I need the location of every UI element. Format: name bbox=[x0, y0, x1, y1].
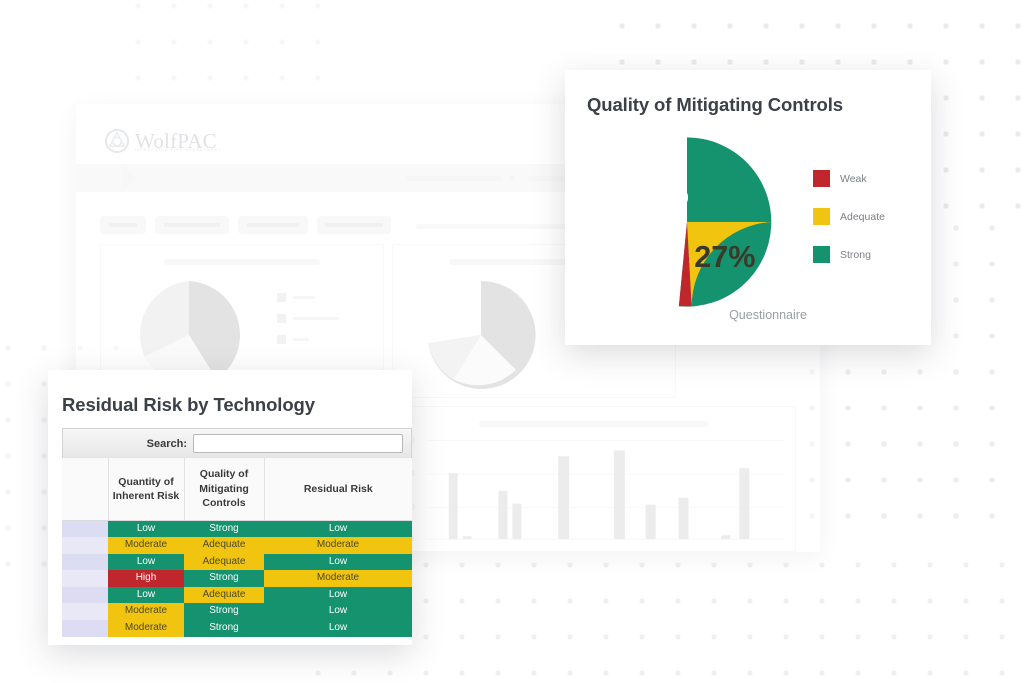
inherent-risk-cell: Moderate bbox=[108, 620, 184, 637]
inherent-risk-cell: High bbox=[108, 570, 184, 587]
inherent-risk-cell: Low bbox=[108, 553, 184, 571]
legend-swatch-icon bbox=[813, 208, 830, 225]
quality-controls-cell: Strong bbox=[184, 603, 264, 621]
quality-controls-cell: Adequate bbox=[184, 553, 264, 571]
quality-controls-cell: Adequate bbox=[184, 586, 264, 604]
search-input[interactable] bbox=[193, 434, 403, 453]
header-line: Quality of bbox=[199, 468, 249, 481]
legend-label-placeholder bbox=[293, 338, 309, 341]
residual-risk-cell: Low bbox=[264, 586, 412, 604]
nav-pill[interactable] bbox=[100, 216, 146, 234]
quality-controls-cell: Strong bbox=[184, 570, 264, 587]
column-header-inherent-risk[interactable]: Quantity of Inherent Risk bbox=[107, 458, 184, 521]
legend-item bbox=[277, 335, 339, 344]
legend-label: Adequate bbox=[840, 210, 885, 223]
residual-risk-cell: Low bbox=[264, 520, 412, 538]
header-line: Controls bbox=[202, 496, 246, 509]
legend-swatch-icon bbox=[277, 335, 286, 344]
bar-series bbox=[448, 450, 750, 540]
wolfpac-logo: WolfPAC INTEGRATED RISK MANAGEMENT bbox=[104, 124, 232, 158]
quality-controls-cell: Strong bbox=[184, 620, 264, 637]
column-header-stub[interactable] bbox=[62, 458, 108, 521]
search-label: Search: bbox=[146, 437, 187, 450]
legend-item-weak[interactable]: Weak bbox=[813, 170, 885, 187]
row-stub-cell bbox=[62, 586, 108, 604]
dot-grid-decoration bbox=[120, 0, 320, 108]
table-row[interactable]: High Strong Moderate bbox=[62, 570, 412, 587]
legend-label: Weak bbox=[840, 172, 867, 185]
dashboard-bar-card[interactable]: 100 75 50 25 bbox=[392, 406, 796, 552]
inherent-risk-cell: Low bbox=[108, 520, 184, 538]
chevron-down-icon[interactable] bbox=[510, 176, 514, 180]
residual-risk-cell: Moderate bbox=[264, 537, 412, 554]
pie-axis-label: Questionnaire bbox=[729, 308, 807, 322]
legend-swatch-icon bbox=[813, 170, 830, 187]
nav-pill[interactable] bbox=[155, 216, 229, 234]
legend-item bbox=[277, 293, 339, 302]
card-title-placeholder bbox=[164, 259, 320, 265]
wolfpac-logo-icon bbox=[104, 128, 130, 154]
residual-risk-cell: Moderate bbox=[264, 570, 412, 587]
legend-swatch-icon bbox=[813, 246, 830, 263]
residual-risk-table: Quantity of Inherent Risk Quality of Mit… bbox=[62, 458, 412, 637]
legend-swatch-icon bbox=[277, 314, 286, 323]
header-line: Inherent Risk bbox=[112, 489, 180, 502]
header-menu-placeholder[interactable] bbox=[406, 176, 502, 181]
header-line: Quantity of bbox=[118, 475, 174, 488]
legend-item-adequate[interactable]: Adequate bbox=[813, 208, 885, 225]
row-stub-cell bbox=[62, 553, 108, 571]
legend-swatch-icon bbox=[277, 293, 286, 302]
row-stub-cell bbox=[62, 620, 108, 637]
table-search-bar[interactable]: Search: bbox=[62, 428, 412, 458]
screenshot-stage: WolfPAC INTEGRATED RISK MANAGEMENT Quali… bbox=[0, 0, 1024, 683]
legend-item bbox=[277, 314, 339, 323]
column-header-residual-risk[interactable]: Residual Risk bbox=[263, 458, 412, 521]
table-row[interactable]: Low Adequate Low bbox=[62, 586, 412, 604]
inherent-risk-cell: Moderate bbox=[108, 537, 184, 554]
table-row[interactable]: Low Strong Low bbox=[62, 520, 412, 538]
legend-label-placeholder bbox=[293, 296, 315, 299]
inherent-risk-cell: Moderate bbox=[108, 603, 184, 621]
legend-label: Strong bbox=[840, 248, 871, 261]
gridlines bbox=[426, 440, 786, 540]
page-title: Residual Risk by Technology bbox=[62, 394, 315, 415]
row-stub-cell bbox=[62, 603, 108, 621]
quality-pie-chart: 71% 27% bbox=[628, 137, 772, 307]
table-row[interactable]: Moderate Strong Low bbox=[62, 603, 412, 621]
residual-risk-cell: Low bbox=[264, 553, 412, 571]
nav-pill[interactable] bbox=[317, 216, 391, 234]
pie-legend: Weak Adequate Strong bbox=[813, 170, 885, 263]
table-row[interactable]: Moderate Strong Low bbox=[62, 620, 412, 637]
table-row[interactable]: Moderate Adequate Moderate bbox=[62, 537, 412, 554]
quality-controls-cell: Strong bbox=[184, 520, 264, 538]
legend-label-placeholder bbox=[293, 317, 339, 320]
page-title: Quality of Mitigating Controls bbox=[587, 94, 843, 115]
legend-item-strong[interactable]: Strong bbox=[813, 246, 885, 263]
quality-of-mitigating-controls-card[interactable]: Quality of Mitigating Controls 71% 27% W… bbox=[565, 70, 931, 345]
inherent-risk-cell: Low bbox=[108, 586, 184, 604]
table-body: Low Strong Low Moderate Adequate Moderate Low A… bbox=[62, 520, 412, 637]
ghost-pie-chart-b bbox=[428, 280, 536, 389]
header-chevron-shape bbox=[122, 164, 136, 192]
pie-label-strong: 71% bbox=[628, 177, 689, 211]
table-row[interactable]: Low Adequate Low bbox=[62, 553, 412, 571]
row-stub-cell bbox=[62, 520, 108, 538]
row-stub-cell bbox=[62, 537, 108, 554]
quality-controls-cell: Adequate bbox=[184, 537, 264, 554]
wolfpac-tagline: INTEGRATED RISK MANAGEMENT bbox=[135, 148, 222, 152]
dashboard-nav-pills[interactable] bbox=[100, 216, 391, 234]
residual-risk-cell: Low bbox=[264, 620, 412, 637]
residual-risk-by-technology-card[interactable]: Residual Risk by Technology Search: Quan… bbox=[48, 370, 412, 645]
residual-risk-cell: Low bbox=[264, 603, 412, 621]
nav-pill[interactable] bbox=[238, 216, 308, 234]
column-header-quality-controls[interactable]: Quality of Mitigating Controls bbox=[183, 458, 264, 521]
ghost-bar-chart: 100 75 50 25 bbox=[403, 438, 786, 543]
ghost-legend-a bbox=[277, 293, 339, 344]
header-line: Mitigating bbox=[199, 482, 249, 495]
row-stub-cell bbox=[62, 570, 108, 587]
header-line: Residual Risk bbox=[303, 482, 373, 495]
table-header-row: Quantity of Inherent Risk Quality of Mit… bbox=[62, 458, 412, 521]
